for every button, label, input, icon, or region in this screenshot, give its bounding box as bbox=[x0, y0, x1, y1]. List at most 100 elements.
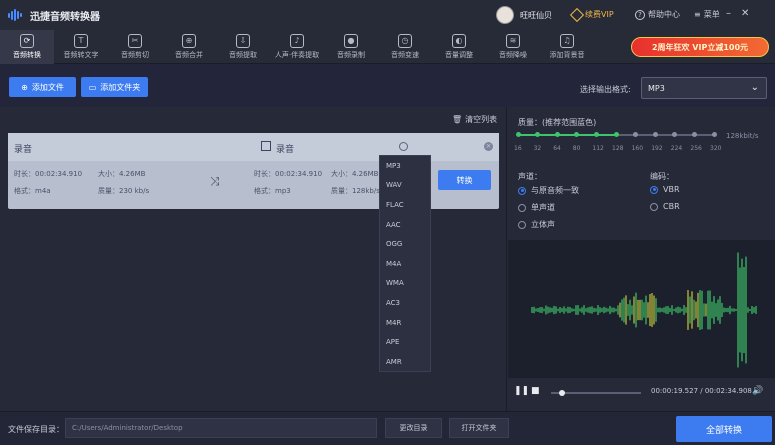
tab-label: 音频剪切 bbox=[121, 51, 149, 59]
format-option-wav[interactable]: WAV bbox=[380, 176, 430, 196]
quality-tick[interactable] bbox=[652, 132, 658, 137]
convert-button[interactable]: 转换 bbox=[438, 170, 491, 190]
pause-icon[interactable]: ❚❚ bbox=[514, 386, 529, 396]
promo-banner[interactable]: 2周年狂欢 VIP立减100元 bbox=[631, 37, 769, 57]
noise-icon: ≋ bbox=[506, 34, 520, 48]
format-option-ape[interactable]: APE bbox=[380, 332, 430, 352]
quality-tick[interactable] bbox=[593, 132, 599, 137]
vip-button[interactable]: 续费VIP bbox=[569, 7, 614, 22]
tab-audio-cut[interactable]: ✂ 音频剪切 bbox=[108, 30, 162, 64]
channel-option-mono[interactable]: 单声道 bbox=[518, 202, 555, 213]
speed-icon: ◷ bbox=[398, 34, 412, 48]
add-file-button[interactable]: ⊕ 添加文件 bbox=[9, 77, 76, 97]
tab-audio-convert[interactable]: ⟳ 音频转换 bbox=[0, 30, 54, 64]
merge-icon: ⊕ bbox=[182, 34, 196, 48]
volume-icon[interactable]: 🔊 bbox=[752, 386, 763, 396]
format-option-m4a[interactable]: M4A bbox=[380, 254, 430, 274]
vocal-icon: ♪ bbox=[290, 34, 304, 48]
menu-button[interactable]: ≡ 菜单 bbox=[694, 9, 720, 20]
minimize-icon[interactable]: – bbox=[726, 8, 731, 19]
close-icon[interactable]: ✕ bbox=[741, 8, 749, 19]
tab-audio-record[interactable]: ● 音频录制 bbox=[324, 30, 378, 64]
tab-audio-merge[interactable]: ⊕ 音频合并 bbox=[162, 30, 216, 64]
quality-tick-label: 32 bbox=[533, 145, 542, 152]
tab-label: 音频降噪 bbox=[499, 51, 527, 59]
format-option-ogg[interactable]: OGG bbox=[380, 234, 430, 254]
label: 质量： bbox=[98, 187, 119, 195]
playback-time: 00:00:19.527 / 00:02:34.908 bbox=[651, 387, 752, 395]
tab-label: 添加背景音 bbox=[549, 51, 585, 59]
format-option-flac[interactable]: FLAC bbox=[380, 195, 430, 215]
save-path-field[interactable]: C:/Users/Administrator/Desktop bbox=[65, 418, 377, 438]
chevron-down-icon: ⌄ bbox=[750, 82, 759, 93]
playback-knob[interactable] bbox=[559, 390, 565, 396]
save-dir-label: 文件保存目录： bbox=[8, 425, 64, 434]
quality-tick[interactable] bbox=[515, 132, 521, 137]
clear-list-button[interactable]: 🗑 清空列表 bbox=[452, 114, 497, 125]
channel-label: 声道： bbox=[518, 172, 542, 181]
quality-tick[interactable] bbox=[613, 132, 619, 137]
tab-label: 人声·伴奏提取 bbox=[274, 51, 320, 59]
encoding-option-vbr[interactable]: VBR bbox=[650, 185, 680, 194]
label: 时长： bbox=[254, 170, 275, 178]
tab-volume-adjust[interactable]: ◐ 音量调整 bbox=[432, 30, 486, 64]
radio-label: 与原音频一致 bbox=[531, 186, 579, 195]
add-folder-button[interactable]: ▭ 添加文件夹 bbox=[81, 77, 148, 97]
avatar[interactable] bbox=[496, 6, 514, 24]
edit-icon[interactable] bbox=[261, 141, 271, 151]
format-option-aac[interactable]: AAC bbox=[380, 215, 430, 235]
target-duration: 时长：00:02:34.910 bbox=[254, 169, 322, 179]
radio-label: 立体声 bbox=[531, 220, 555, 229]
format-option-wma[interactable]: WMA bbox=[380, 274, 430, 294]
gear-icon[interactable] bbox=[399, 142, 408, 151]
vip-label: 续费VIP bbox=[585, 10, 614, 19]
tab-audio-extract[interactable]: ⇩ 音频提取 bbox=[216, 30, 270, 64]
tab-vocal-extract[interactable]: ♪ 人声·伴奏提取 bbox=[270, 30, 324, 64]
app-title: 迅捷音频转换器 bbox=[30, 11, 100, 23]
tab-noise-reduce[interactable]: ≋ 音频降噪 bbox=[486, 30, 540, 64]
tab-label: 音频转换 bbox=[13, 51, 41, 59]
quality-tick[interactable] bbox=[711, 132, 717, 137]
folder-icon: ▭ bbox=[88, 82, 97, 92]
source-format: 格式：m4a bbox=[14, 186, 51, 196]
hamburger-icon: ≡ bbox=[694, 10, 701, 19]
channel-option-original[interactable]: 与原音频一致 bbox=[518, 185, 579, 196]
format-option-mp3[interactable]: MP3 bbox=[380, 156, 430, 176]
encoding-label: 编码： bbox=[650, 172, 674, 181]
help-button[interactable]: ? 帮助中心 bbox=[635, 9, 680, 20]
value: 128kb/s bbox=[352, 187, 380, 195]
radio-icon bbox=[518, 186, 526, 195]
change-dir-button[interactable]: 更改目录 bbox=[385, 418, 442, 438]
convert-all-button[interactable]: 全部转换 bbox=[676, 416, 772, 442]
tab-speech-to-text[interactable]: T 音频转文字 bbox=[54, 30, 108, 64]
format-option-amr[interactable]: AMR bbox=[380, 352, 430, 372]
close-icon[interactable]: × bbox=[484, 142, 493, 151]
encoding-option-cbr[interactable]: CBR bbox=[650, 202, 680, 211]
channel-option-stereo[interactable]: 立体声 bbox=[518, 219, 555, 230]
label: 质量： bbox=[331, 187, 352, 195]
tab-label: 音频转文字 bbox=[63, 51, 99, 59]
add-folder-label: 添加文件夹 bbox=[100, 82, 141, 92]
quality-label: 质量：(推荐范围蓝色) bbox=[518, 118, 597, 127]
stop-icon[interactable]: ■ bbox=[531, 386, 540, 396]
source-file-name: 录音 bbox=[14, 145, 33, 155]
plus-icon: ⊕ bbox=[21, 82, 28, 92]
help-icon: ? bbox=[635, 9, 645, 20]
open-folder-button[interactable]: 打开文件夹 bbox=[449, 418, 509, 438]
quality-tick-label: 80 bbox=[572, 145, 581, 152]
value: mp3 bbox=[275, 187, 291, 195]
format-option-m4r[interactable]: M4R bbox=[380, 313, 430, 333]
format-option-ac3[interactable]: AC3 bbox=[380, 293, 430, 313]
label: 大小： bbox=[331, 170, 352, 178]
value: 00:02:34.910 bbox=[275, 170, 323, 178]
target-file-name[interactable]: 录音 bbox=[276, 142, 294, 155]
tab-add-bgm[interactable]: ♫ 添加背景音 bbox=[540, 30, 594, 64]
user-name[interactable]: 旺旺仙贝 bbox=[520, 10, 552, 21]
radio-icon bbox=[650, 185, 658, 194]
quality-tick[interactable] bbox=[691, 132, 697, 137]
output-format-select[interactable]: MP3 ⌄ bbox=[641, 77, 767, 99]
quality-slider[interactable] bbox=[515, 132, 717, 137]
quality-tick[interactable] bbox=[554, 132, 560, 137]
user-profile[interactable]: 旺旺仙贝 bbox=[496, 6, 552, 24]
tab-audio-speed[interactable]: ◷ 音频变速 bbox=[378, 30, 432, 64]
